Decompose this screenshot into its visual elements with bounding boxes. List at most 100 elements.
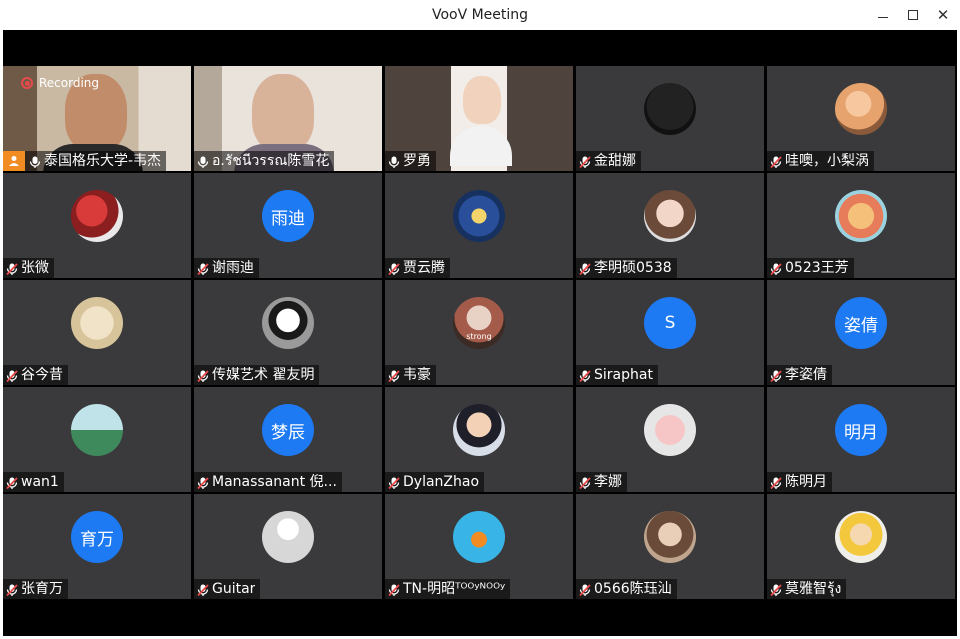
- participant-tile[interactable]: 莫雅智รุ้ง: [767, 494, 955, 599]
- mic-muted-icon: [578, 261, 592, 276]
- participant-tile[interactable]: 传媒艺术 翟友明: [194, 280, 382, 385]
- mic-icon: [387, 154, 401, 168]
- participant-tile[interactable]: S Siraphat: [576, 280, 764, 385]
- participant-avatar: 姿倩: [835, 297, 887, 349]
- participant-name: wan1: [21, 474, 59, 490]
- participant-name: DylanZhao: [403, 474, 480, 490]
- participant-avatar: 明月: [835, 404, 887, 456]
- recording-indicator: Recording: [21, 76, 99, 90]
- participant-name-bar: อ.รัชนีวรรณ陈雪花: [194, 151, 335, 171]
- participant-avatar: 梦辰: [262, 404, 314, 456]
- participant-tile[interactable]: อ.รัชนีวรรณ陈雪花: [194, 66, 382, 171]
- avatar-initials: 雨迪: [271, 208, 305, 229]
- maximize-icon: [908, 10, 918, 20]
- minimize-button[interactable]: [872, 4, 894, 26]
- mic-muted-icon: [769, 475, 783, 490]
- participant-name-bar: 莫雅智รุ้ง: [767, 579, 847, 599]
- participant-tile[interactable]: 谷今昔: [3, 280, 191, 385]
- participant-name: Siraphat: [594, 367, 653, 383]
- avatar-initials: 梦辰: [271, 422, 305, 443]
- mic-muted-icon: [5, 475, 19, 490]
- participant-tile[interactable]: 雨迪 谢雨迪: [194, 173, 382, 278]
- participant-name: 传媒艺术 翟友明: [212, 367, 315, 383]
- participant-name: 谷今昔: [21, 367, 63, 383]
- mic-muted-icon: [578, 582, 592, 597]
- participant-name-bar: wan1: [3, 472, 64, 492]
- participant-tile[interactable]: 梦辰 Manassanant 倪...: [194, 387, 382, 492]
- participant-avatar: 雨迪: [262, 190, 314, 242]
- mic-muted-icon: [196, 261, 210, 276]
- participant-name-bar: Guitar: [194, 579, 261, 599]
- recording-label: Recording: [39, 76, 100, 90]
- participant-avatar: S: [644, 297, 696, 349]
- participant-name: Manassanant 倪...: [212, 474, 337, 490]
- mic-muted-icon: [769, 582, 783, 597]
- participant-avatar: [835, 190, 887, 242]
- participant-tile[interactable]: 姿倩 李姿倩: [767, 280, 955, 385]
- participant-tile[interactable]: 金甜娜: [576, 66, 764, 171]
- mic-icon: [196, 154, 210, 168]
- participant-name: 陈明月: [785, 474, 827, 490]
- avatar-initials: 姿倩: [844, 315, 878, 336]
- participant-avatar: [644, 511, 696, 563]
- participant-tile[interactable]: strong 韦豪: [385, 280, 573, 385]
- participant-avatar: [835, 511, 887, 563]
- participant-name-bar: Siraphat: [576, 365, 658, 385]
- participant-tile[interactable]: 0566陈珏汕: [576, 494, 764, 599]
- mic-muted-icon: [196, 582, 210, 597]
- participant-tile[interactable]: 明月 陈明月: [767, 387, 955, 492]
- mic-muted-icon: [196, 475, 210, 490]
- participant-tile[interactable]: 哇噢，小梨涡: [767, 66, 955, 171]
- participant-avatar: [71, 404, 123, 456]
- participant-name-bar: Manassanant 倪...: [194, 472, 342, 492]
- participant-name: 莫雅智รุ้ง: [785, 581, 842, 597]
- mic-muted-icon: [578, 475, 592, 490]
- mic-muted-icon: [769, 154, 783, 169]
- participant-tile[interactable]: 0523王芳: [767, 173, 955, 278]
- participant-name-bar: 李娜: [576, 472, 627, 492]
- participant-name-bar: 李明硕0538: [576, 258, 677, 278]
- participant-tile[interactable]: 罗勇: [385, 66, 573, 171]
- participant-tile[interactable]: wan1: [3, 387, 191, 492]
- participant-tile[interactable]: 贾云腾: [385, 173, 573, 278]
- participant-avatar: [453, 190, 505, 242]
- participant-tile[interactable]: Recording 泰国格乐大学-韦杰: [3, 66, 191, 171]
- participant-tile[interactable]: DylanZhao: [385, 387, 573, 492]
- participant-tile[interactable]: 张微: [3, 173, 191, 278]
- mic-icon: [28, 154, 42, 168]
- avatar-initials: 育万: [80, 529, 114, 550]
- participant-avatar: [262, 297, 314, 349]
- mic-muted-icon: [387, 582, 401, 597]
- participant-name: 李姿倩: [785, 367, 827, 383]
- participant-tile[interactable]: TN-明昭ᵀᴼᴼʸᴺᴼᴼʸ: [385, 494, 573, 599]
- participant-tile[interactable]: 李明硕0538: [576, 173, 764, 278]
- participant-name-bar: 哇噢，小梨涡: [767, 151, 874, 171]
- participant-avatar: [835, 83, 887, 135]
- participant-avatar: [262, 511, 314, 563]
- participant-name-bar: 李姿倩: [767, 365, 832, 385]
- close-icon: ✕: [936, 6, 950, 24]
- mic-muted-icon: [5, 582, 19, 597]
- participant-tile[interactable]: 育万 张育万: [3, 494, 191, 599]
- avatar-initials: S: [664, 313, 676, 333]
- participant-avatar: strong: [453, 297, 505, 349]
- mic-muted-icon: [196, 368, 210, 383]
- close-button[interactable]: ✕: [932, 4, 954, 26]
- video-gallery: Recording 泰国格乐大学-韦杰 อ.รัชนีวรรณ陈雪花 罗勇 金甜…: [3, 30, 957, 636]
- participant-name-bar: 陈明月: [767, 472, 832, 492]
- mic-muted-icon: [387, 368, 401, 383]
- mic-muted-icon: [769, 368, 783, 383]
- participant-face: [252, 74, 314, 152]
- participant-name: 李娜: [594, 474, 622, 490]
- participant-name-bar: TN-明昭ᵀᴼᴼʸᴺᴼᴼʸ: [385, 579, 511, 599]
- participant-name-bar: 张育万: [3, 579, 68, 599]
- maximize-button[interactable]: [902, 4, 924, 26]
- mic-muted-icon: [769, 261, 783, 276]
- participant-avatar: [453, 404, 505, 456]
- participant-name: 谢雨迪: [212, 260, 254, 276]
- recording-icon: [21, 77, 33, 89]
- participant-tile[interactable]: 李娜: [576, 387, 764, 492]
- participant-name: 哇噢，小梨涡: [785, 153, 869, 169]
- participant-name-bar: DylanZhao: [385, 472, 485, 492]
- participant-tile[interactable]: Guitar: [194, 494, 382, 599]
